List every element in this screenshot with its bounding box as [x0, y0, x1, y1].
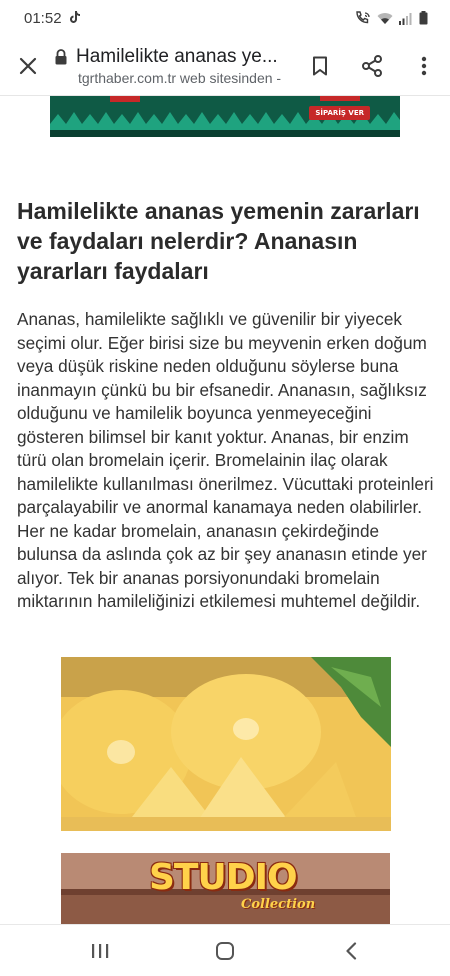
close-icon	[19, 57, 37, 74]
tiktok-icon	[69, 10, 80, 27]
article-body: Ananas, hamilelikte sağlıklı ve güvenili…	[17, 309, 434, 611]
recent-apps-icon	[92, 943, 109, 958]
top-ad-banner[interactable]: SİPARİŞ VER	[50, 96, 400, 137]
status-bar: 01:52	[0, 0, 450, 36]
status-left: 01:52	[24, 10, 80, 27]
lock-icon	[55, 48, 67, 64]
studio-collection-ad[interactable]: STUDIO Collection	[61, 853, 390, 924]
back-button[interactable]	[311, 925, 391, 976]
more-options-button[interactable]	[398, 36, 450, 96]
wifi-calling-icon	[355, 11, 371, 25]
page-info[interactable]: Hamilelikte ananas ye... tgrthaber.com.t…	[54, 46, 294, 86]
studio-logo-subtext: Collection	[241, 897, 316, 912]
close-button[interactable]	[2, 36, 54, 96]
status-right	[355, 11, 428, 25]
recent-apps-button[interactable]	[60, 925, 140, 976]
article-headline: Hamilelikte ananas yemenin zararları ve …	[17, 198, 420, 284]
wifi-icon	[377, 12, 393, 25]
page-title: Hamilelikte ananas ye...	[76, 45, 278, 67]
home-icon	[216, 941, 234, 960]
ad-order-button[interactable]: SİPARİŞ VER	[309, 106, 370, 120]
pineapple-image	[61, 657, 391, 831]
page-url: tgrthaber.com.tr web sitesinden -	[78, 69, 282, 86]
bookmark-button[interactable]	[294, 36, 346, 96]
studio-logo-text: STUDIO	[149, 857, 298, 898]
custom-tab-toolbar: Hamilelikte ananas ye... tgrthaber.com.t…	[0, 36, 450, 96]
system-nav-bar	[0, 924, 450, 975]
bookmark-icon	[313, 56, 327, 75]
web-content: SİPARİŞ VER Hamilelikte ananas yemenin z…	[0, 96, 450, 924]
more-vert-icon	[421, 56, 427, 75]
status-time: 01:52	[24, 9, 62, 27]
back-icon	[346, 941, 357, 960]
signal-icon	[399, 12, 413, 25]
home-button[interactable]	[185, 925, 265, 976]
share-icon	[362, 54, 382, 77]
battery-icon	[419, 11, 428, 25]
share-button[interactable]	[346, 36, 398, 96]
